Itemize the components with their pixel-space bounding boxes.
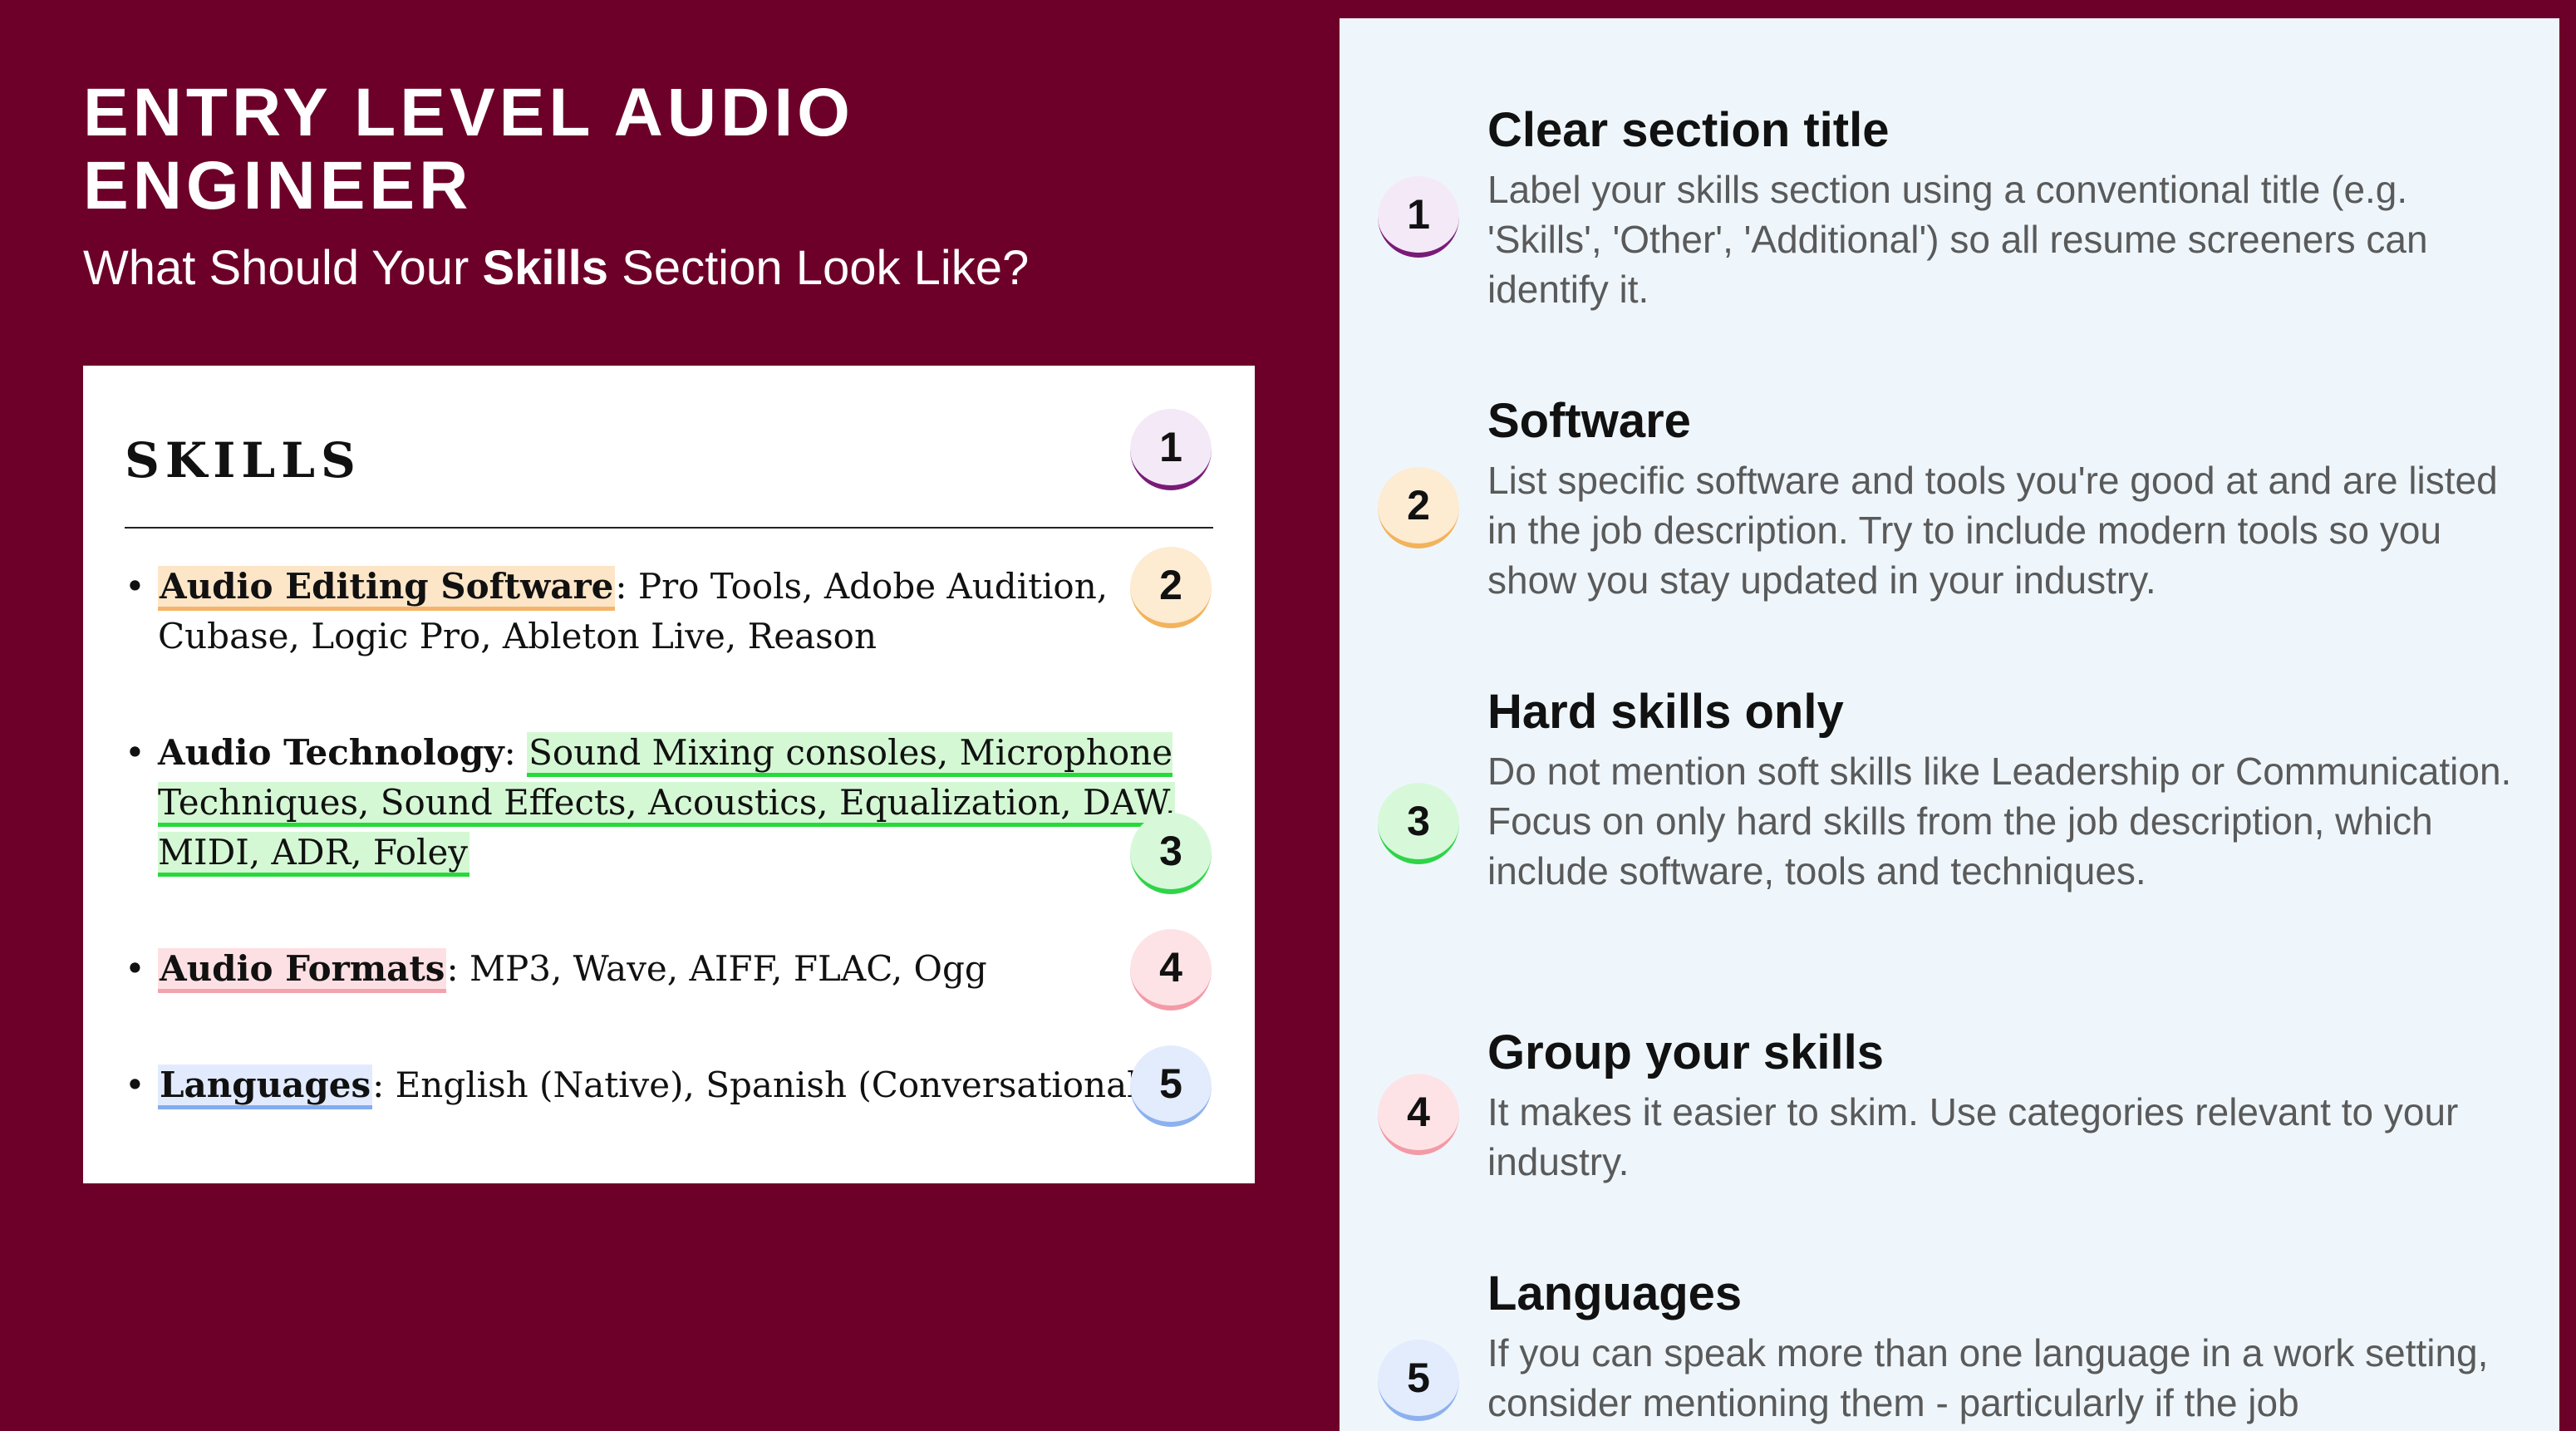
subtitle-post: Section Look Like? <box>608 241 1030 295</box>
badge-5: 5 <box>1130 1045 1212 1127</box>
tip-badge-2: 2 <box>1378 467 1459 548</box>
tip-title: Hard skills only <box>1487 685 1844 739</box>
bullet: • <box>125 732 145 773</box>
tip-body: List specific software and tools you're … <box>1487 459 2498 602</box>
skill-values-languages: : English (Native), Spanish (Conversatio… <box>372 1065 1152 1105</box>
skill-values-audio-formats: : MP3, Wave, AIFF, FLAC, Ogg <box>446 948 987 989</box>
skills-card: SKILLS 1 • Audio Editing Software: Pro T… <box>83 366 1255 1183</box>
page-title: ENTRY LEVEL AUDIO ENGINEER <box>83 75 854 224</box>
badge-4: 4 <box>1130 929 1212 1011</box>
left-panel: ENTRY LEVEL AUDIO ENGINEER What Should Y… <box>0 0 1340 1416</box>
subtitle-bold: Skills <box>482 241 609 295</box>
tip-badge-3: 3 <box>1378 783 1459 864</box>
badge-1: 1 <box>1130 409 1212 490</box>
bullet: • <box>125 1065 145 1105</box>
skill-item-text: Audio Technology: Sound Mixing consoles,… <box>158 728 1180 878</box>
tip-badge-4: 4 <box>1378 1074 1459 1155</box>
skill-item-text: Audio Formats: MP3, Wave, AIFF, FLAC, Og… <box>158 944 1180 994</box>
skill-item-text: Languages: English (Native), Spanish (Co… <box>158 1060 1180 1110</box>
tip-body: Do not mention soft skills like Leadersh… <box>1487 750 2512 893</box>
skill-label-audio-formats: Audio Formats <box>158 948 447 993</box>
tip-badge-1: 1 <box>1378 176 1459 258</box>
tip-title: Languages <box>1487 1266 1743 1320</box>
tip-title: Group your skills <box>1487 1025 1884 1079</box>
bullet: • <box>125 566 145 607</box>
subtitle-pre: What Should Your <box>83 241 483 295</box>
tip-body: It makes it easier to skim. Use categori… <box>1487 1090 2459 1183</box>
badge-3: 3 <box>1130 813 1212 894</box>
tip-body: Label your skills section using a conven… <box>1487 168 2428 311</box>
heading-divider <box>125 527 1213 529</box>
skill-label-languages: Languages <box>158 1065 373 1109</box>
skill-label-audio-technology: Audio Technology <box>158 732 504 773</box>
tip-body: If you can speak more than one language … <box>1487 1331 2489 1424</box>
skills-heading: SKILLS <box>125 432 361 489</box>
skill-separator: : <box>504 732 528 773</box>
skill-item-text: Audio Editing Software: Pro Tools, Adobe… <box>158 562 1180 661</box>
badge-2: 2 <box>1130 547 1212 628</box>
tip-title: Software <box>1487 394 1691 448</box>
bullet: • <box>125 948 145 989</box>
tip-badge-5: 5 <box>1378 1340 1459 1421</box>
skill-label-audio-editing: Audio Editing Software <box>158 566 616 611</box>
page-subtitle: What Should Your Skills Section Look Lik… <box>83 239 1029 298</box>
tip-title: Clear section title <box>1487 103 1890 157</box>
tips-panel: 1 Clear section title Label your skills … <box>1340 18 2559 1431</box>
